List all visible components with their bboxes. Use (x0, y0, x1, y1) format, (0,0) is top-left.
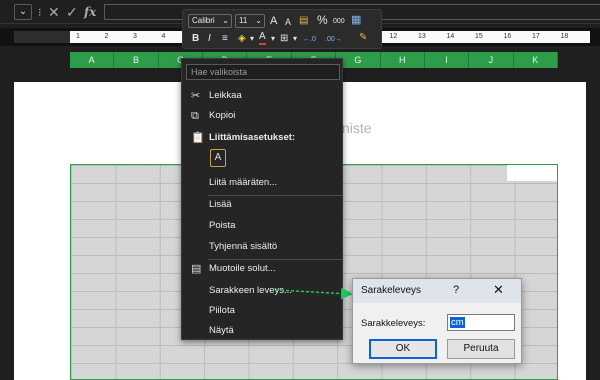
menu-item-unhide[interactable]: Näytä (182, 321, 342, 341)
shrink-font-button[interactable]: A (285, 15, 291, 29)
column-header[interactable]: I (425, 52, 470, 68)
column-width-label: Sarakkeleveys: (361, 318, 426, 329)
chevron-down-icon: ⌄ (222, 16, 229, 25)
ruler-number: 18 (560, 33, 569, 40)
scissors-icon: ✂ (191, 90, 201, 102)
ruler-number: 3 (133, 33, 137, 40)
ruler-number: 4 (161, 33, 166, 40)
cancel-icon[interactable]: ✕ (48, 3, 60, 21)
column-header[interactable]: B (114, 52, 159, 68)
menu-item-cut[interactable]: ✂ Leikkaa (182, 86, 342, 106)
format-style-icon[interactable]: ▤ (299, 14, 308, 28)
ruler-number: 17 (532, 33, 540, 40)
context-menu: Hae valikoista ✂ Leikkaa ⧉ Kopioi 📋 Liit… (181, 58, 343, 340)
percent-button[interactable]: % (317, 13, 328, 27)
fill-color-icon[interactable]: ◈ (238, 32, 246, 46)
column-header[interactable]: J (469, 52, 514, 68)
formula-bar-grip-icon: ⁝ (38, 7, 42, 19)
menu-item-clear-contents[interactable]: Tyhjennä sisältö (182, 237, 342, 257)
borders-icon[interactable]: ⊞ (280, 32, 288, 46)
paste-icon: 📋 (191, 132, 205, 144)
ruler-number: 2 (104, 33, 109, 40)
page-header-text: niste (342, 120, 372, 136)
ruler-number: 16 (503, 33, 512, 40)
close-icon[interactable]: ✕ (493, 282, 504, 298)
chevron-down-icon: ⌄ (255, 16, 262, 25)
decrease-decimal-button[interactable]: .00→ (325, 33, 342, 47)
menu-item-label: Tyhjennä sisältö (209, 241, 278, 252)
menu-item-label: Leikkaa (209, 90, 242, 101)
thousands-separator-button[interactable]: 000 (333, 15, 345, 29)
ruler-margin (14, 31, 70, 43)
column-header[interactable]: A (70, 52, 115, 68)
chevron-down-icon[interactable]: ▾ (271, 32, 275, 46)
ruler-number: 15 (475, 33, 483, 40)
font-name-select[interactable]: Calibri ⌄ (188, 14, 232, 28)
font-size-value: 11 (239, 16, 248, 25)
ruler-number: 1 (76, 33, 80, 40)
menu-item-label: Sarakkeen leveys... (209, 285, 292, 296)
increase-decimal-button[interactable]: ←.0 (303, 33, 316, 47)
menu-item-paste-options: 📋 Liittämisasetukset: (182, 128, 342, 148)
italic-button[interactable]: I (208, 32, 211, 46)
menu-item-insert[interactable]: Lisää (182, 195, 342, 215)
menu-item-label: Poista (209, 220, 236, 231)
help-icon[interactable]: ? (453, 284, 459, 296)
menu-item-label: Piilota (209, 305, 235, 316)
ruler-number: 12 (389, 33, 398, 40)
font-name-value: Calibri (192, 16, 215, 25)
format-cells-icon: ▤ (191, 263, 202, 275)
unselected-cell[interactable] (507, 165, 557, 181)
menu-item-column-width[interactable]: Sarakkeen leveys... (182, 281, 342, 301)
menu-item-format-cells[interactable]: ▤ Muotoile solut... (182, 259, 342, 279)
menu-item-label: Liitä määräten... (209, 177, 278, 188)
menu-item-label: Muotoile solut... (209, 263, 276, 274)
menu-item-label: Kopioi (209, 110, 236, 121)
dialog-titlebar: Sarakeleveys ? ✕ (353, 279, 521, 303)
menu-item-delete[interactable]: Poista (182, 216, 342, 236)
menu-item-label: Lisää (209, 199, 232, 210)
menu-item-label: Liittämisasetukset: (209, 132, 296, 143)
menu-item-label: Näytä (209, 325, 234, 336)
paste-option-button[interactable]: A (210, 149, 226, 167)
grow-font-button[interactable]: A (270, 14, 277, 28)
column-header[interactable]: H (381, 52, 425, 68)
ok-button[interactable]: OK (369, 339, 437, 359)
enter-icon[interactable]: ✓ (66, 3, 78, 21)
column-width-value: cm (450, 317, 465, 328)
cancel-button[interactable]: Peruuta (447, 339, 515, 359)
menu-item-hide[interactable]: Piilota (182, 301, 342, 321)
chevron-down-icon[interactable]: ▾ (250, 32, 254, 46)
column-width-input[interactable]: cm (447, 314, 515, 331)
column-width-dialog: Sarakeleveys ? ✕ Sarakkeleveys: cm OK Pe… (352, 278, 522, 364)
mini-toolbar: Calibri ⌄ 11 ⌄ A A ▤ % 000 ▦ B I ≡ ◈ ▾ A ▾… (182, 9, 382, 49)
namebox-dropdown-button[interactable]: ⌄ (14, 4, 32, 20)
ruler-number: 14 (446, 33, 455, 40)
font-size-select[interactable]: 11 ⌄ (235, 14, 265, 28)
copy-icon: ⧉ (191, 110, 199, 122)
menu-item-paste-special[interactable]: Liitä määräten... (182, 173, 342, 193)
ruler-number: 13 (418, 33, 426, 40)
format-painter-icon[interactable]: ✎ (359, 31, 367, 45)
insert-function-button[interactable]: fx (84, 3, 96, 21)
bold-button[interactable]: B (192, 32, 199, 46)
chevron-down-icon[interactable]: ▾ (293, 32, 297, 46)
column-header[interactable]: K (514, 52, 558, 68)
table-format-icon[interactable]: ▦ (351, 13, 361, 27)
font-color-button[interactable]: A (259, 31, 266, 45)
align-center-icon[interactable]: ≡ (222, 32, 228, 46)
menu-item-copy[interactable]: ⧉ Kopioi (182, 106, 342, 126)
dialog-title: Sarakeleveys (361, 285, 422, 296)
menu-search-input[interactable]: Hae valikoista (186, 64, 340, 80)
